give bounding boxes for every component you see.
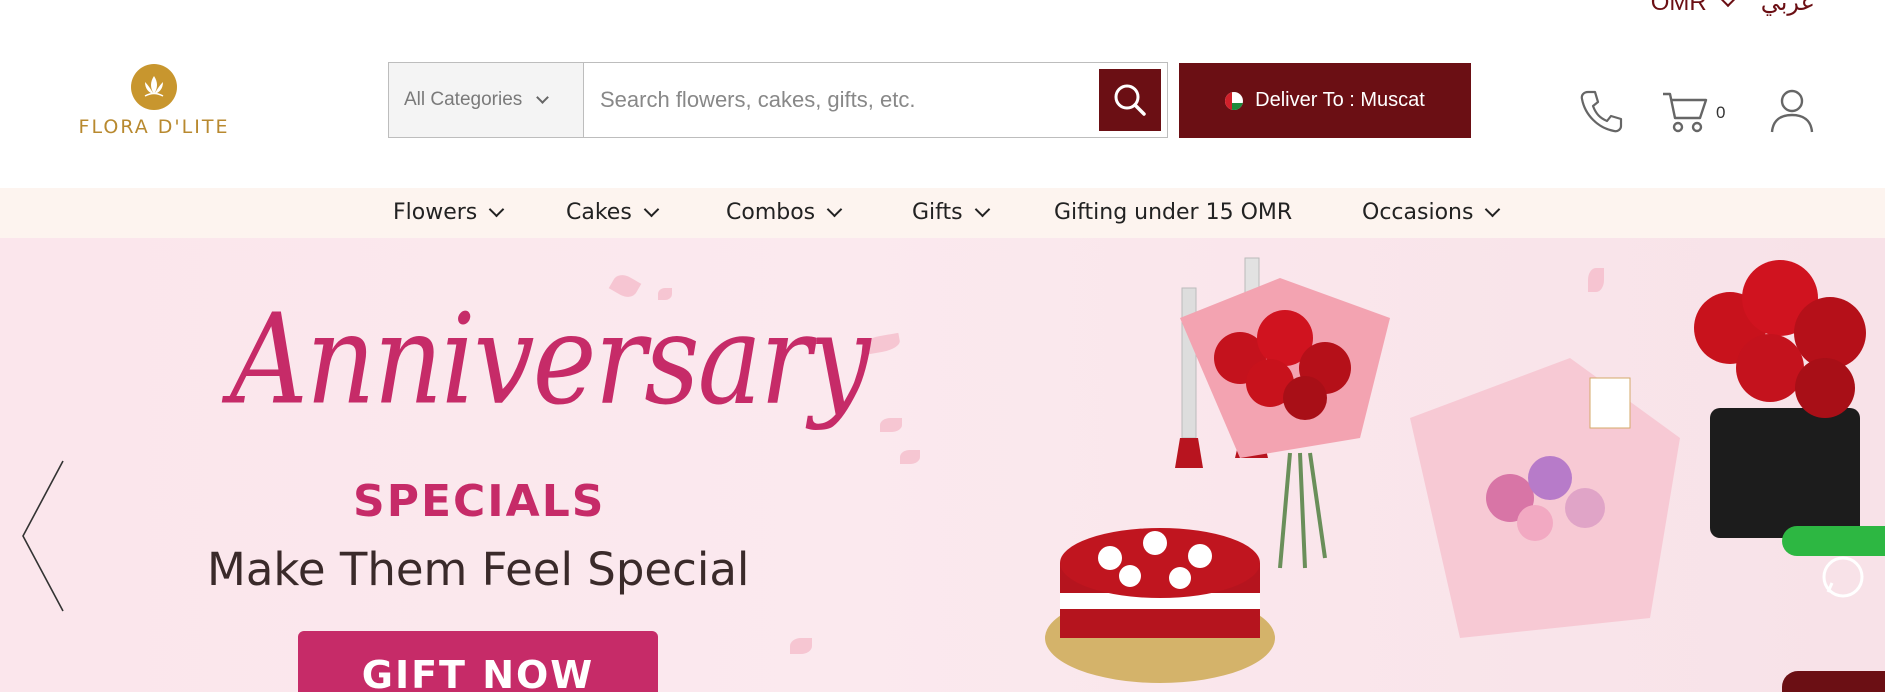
header-actions: 0 bbox=[1576, 86, 1817, 136]
header: FLORA D'LITE All Categories Deliver To :… bbox=[0, 0, 1885, 188]
deliver-to-button[interactable]: Deliver To : Muscat bbox=[1179, 63, 1471, 138]
account-button[interactable] bbox=[1767, 86, 1817, 136]
chevron-down-icon bbox=[643, 201, 660, 218]
category-dropdown[interactable]: All Categories bbox=[389, 63, 584, 137]
main-nav: Flowers Cakes Combos Gifts Gifting under… bbox=[0, 188, 1885, 238]
search-input[interactable] bbox=[584, 63, 1099, 137]
chevron-down-icon bbox=[1485, 201, 1501, 218]
nav-item-occasions[interactable]: Occasions bbox=[1362, 200, 1501, 225]
user-icon bbox=[1771, 89, 1814, 133]
slider-prev-arrow[interactable] bbox=[18, 456, 68, 616]
pink-bouquet-image bbox=[1410, 358, 1680, 638]
chevron-down-icon bbox=[974, 201, 990, 218]
nav-item-combos[interactable]: Combos bbox=[726, 200, 843, 225]
cart-icon bbox=[1663, 92, 1708, 133]
search-icon bbox=[1114, 84, 1146, 116]
nav-item-gifts[interactable]: Gifts bbox=[912, 200, 990, 225]
nav-item-flowers[interactable]: Flowers bbox=[393, 200, 505, 225]
chevron-down-icon bbox=[488, 201, 505, 218]
nav-label: Gifts bbox=[912, 200, 963, 225]
hero-banner[interactable]: Anniversary SPECIALS Make Them Feel Spec… bbox=[0, 238, 1885, 692]
petal-decoration bbox=[790, 638, 812, 654]
deliver-label: Deliver To : Muscat bbox=[1255, 89, 1425, 111]
phone-button[interactable] bbox=[1576, 86, 1626, 136]
rose-box-image bbox=[1694, 260, 1866, 538]
phone-icon bbox=[1580, 90, 1623, 133]
brand-name: FLORA D'LITE bbox=[78, 116, 230, 138]
nav-label: Cakes bbox=[566, 200, 632, 225]
nav-item-gifting-under-15[interactable]: Gifting under 15 OMR bbox=[1054, 200, 1292, 225]
category-label: All Categories bbox=[404, 89, 523, 110]
cart-button[interactable]: 0 bbox=[1660, 86, 1725, 136]
nav-label: Occasions bbox=[1362, 200, 1474, 225]
hero-product-image bbox=[1045, 257, 1866, 683]
search-bar: All Categories bbox=[388, 62, 1168, 138]
search-button[interactable] bbox=[1099, 69, 1161, 131]
petal-decoration bbox=[900, 450, 920, 464]
nav-label: Flowers bbox=[393, 200, 478, 225]
nav-item-cakes[interactable]: Cakes bbox=[566, 200, 660, 225]
lotus-icon bbox=[131, 64, 177, 110]
hero-script-title: Anniversary bbox=[230, 288, 871, 433]
oman-flag-icon bbox=[1225, 91, 1244, 110]
red-velvet-cake-image bbox=[1045, 528, 1275, 683]
petal-decoration bbox=[880, 418, 902, 432]
chevron-down-icon bbox=[826, 201, 843, 218]
nav-label: Gifting under 15 OMR bbox=[1054, 200, 1293, 225]
corner-widget[interactable] bbox=[1782, 671, 1885, 692]
chevron-down-icon bbox=[536, 91, 550, 104]
rose-bouquet-image bbox=[1180, 278, 1390, 569]
chat-icon[interactable] bbox=[1818, 552, 1868, 602]
page: OMR عربي FLORA D'LITE All Categories Sea… bbox=[0, 0, 1885, 692]
nav-label: Combos bbox=[726, 200, 816, 225]
cart-count: 0 bbox=[1716, 103, 1726, 122]
hero-tagline: Make Them Feel Special bbox=[207, 543, 750, 596]
gift-now-button[interactable]: GIFT NOW bbox=[298, 631, 658, 692]
brand-logo[interactable]: FLORA D'LITE bbox=[74, 64, 234, 138]
hero-subtitle: SPECIALS bbox=[353, 476, 606, 527]
